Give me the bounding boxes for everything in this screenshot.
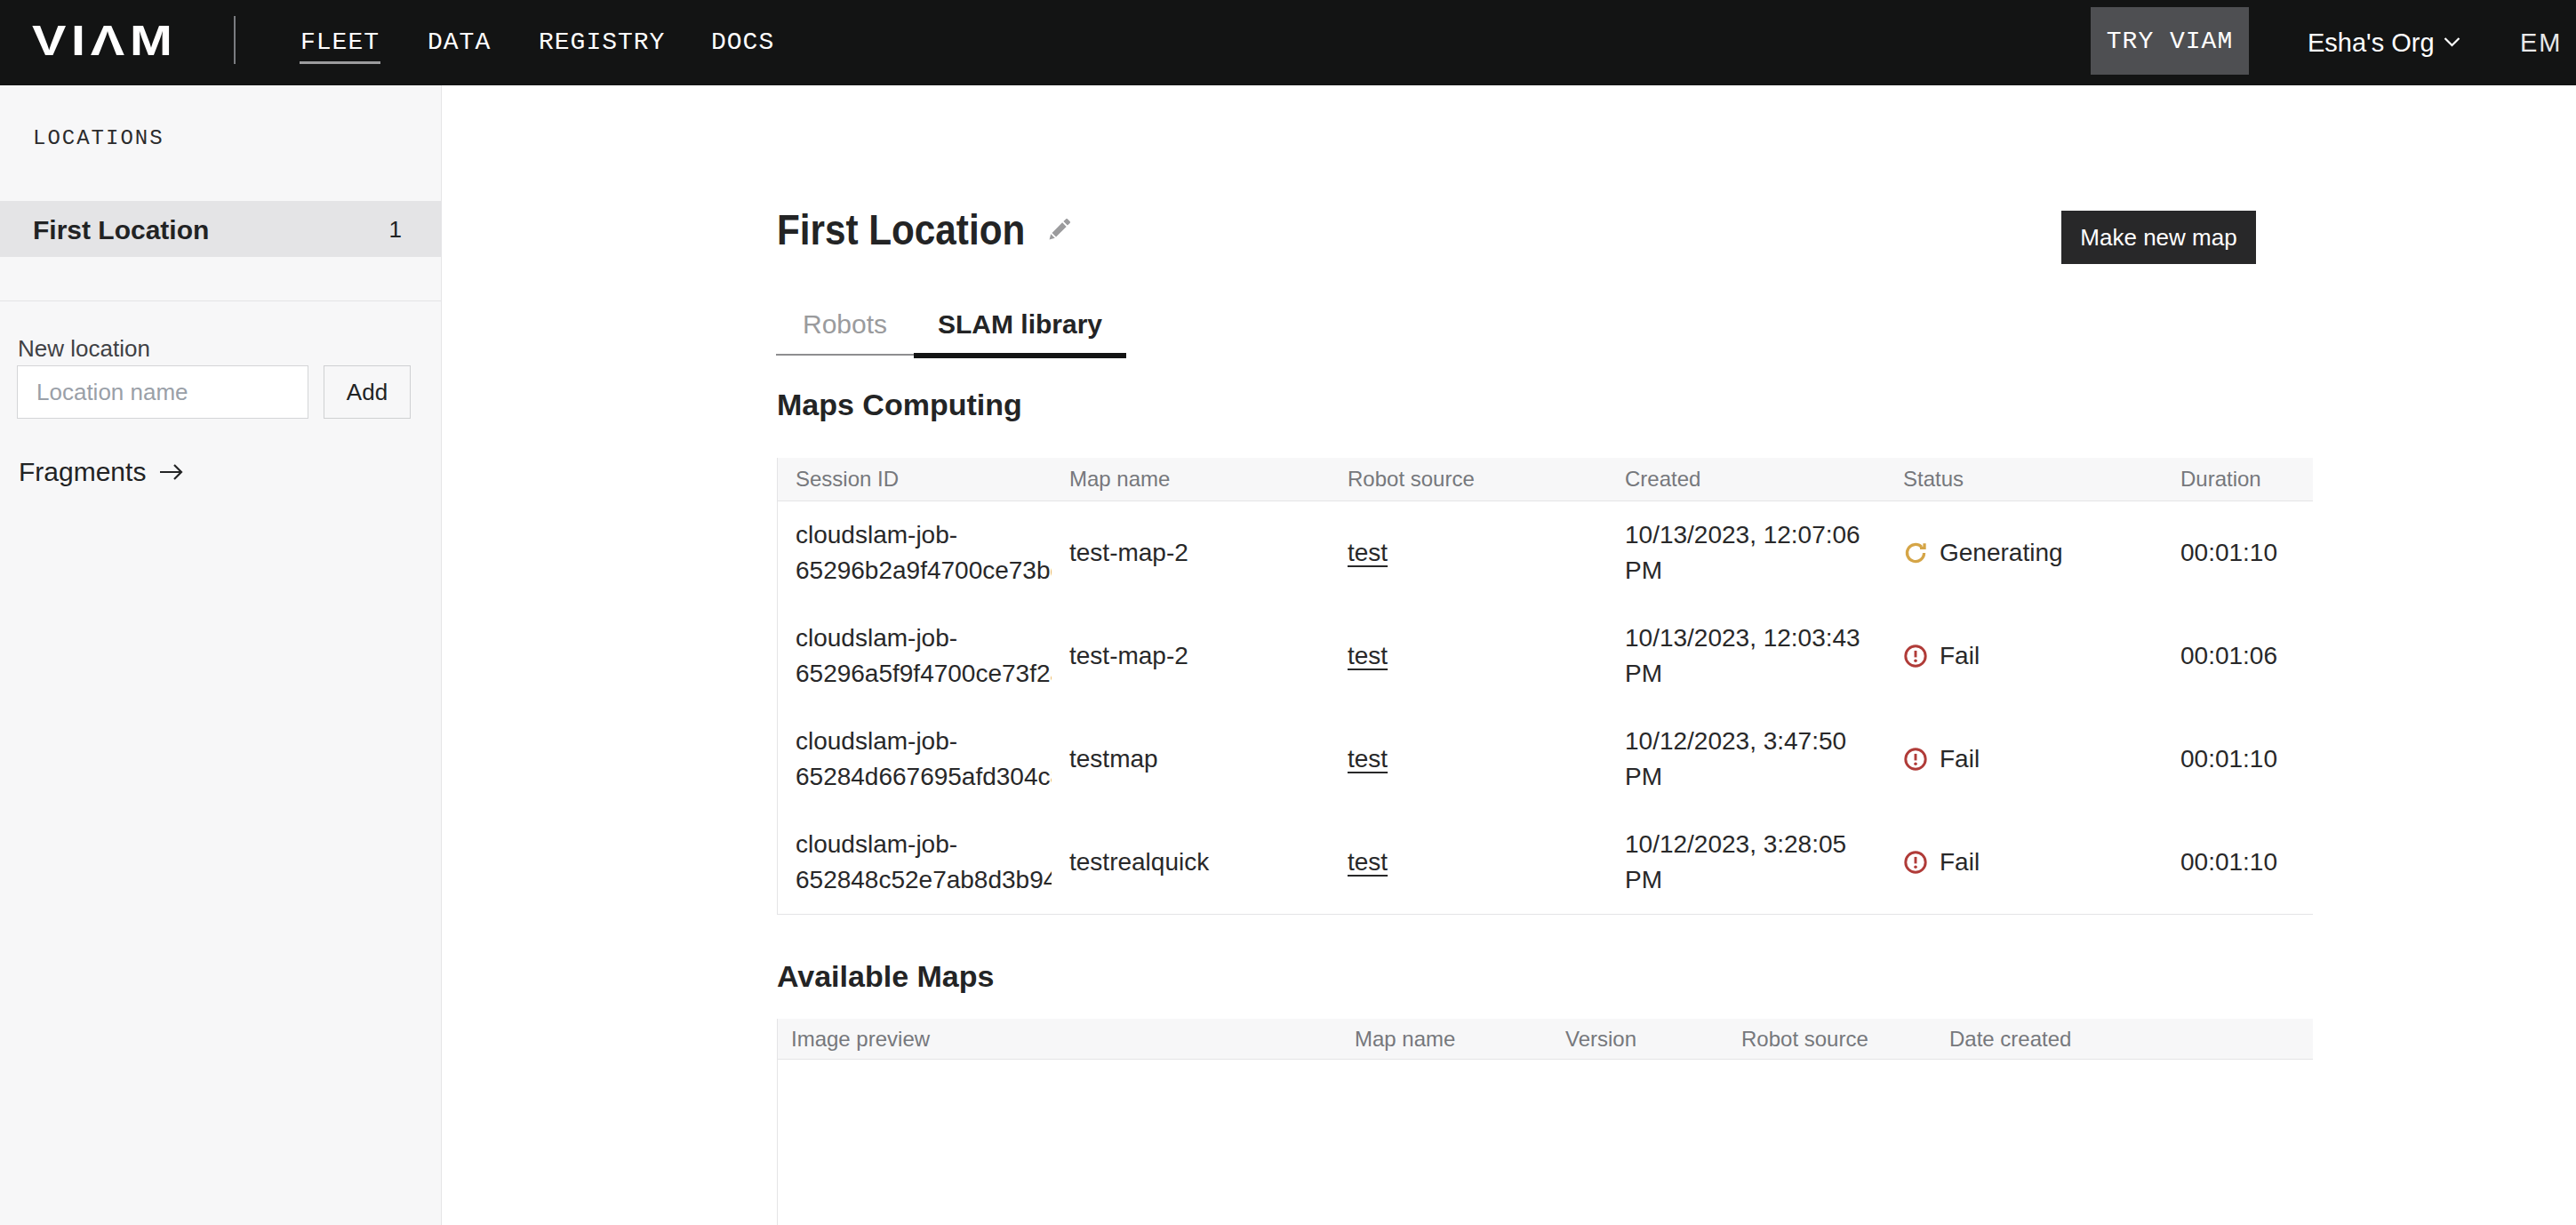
created-cell: 10/13/2023, 12:07:06PM (1607, 501, 1885, 604)
org-menu[interactable]: Esha's Org (2308, 0, 2435, 85)
fragments-label: Fragments (19, 457, 146, 487)
available-maps-table: Image previewMap nameVersionRobot source… (777, 1019, 2313, 1225)
main-content: First Location Make new map RobotsSLAM l… (443, 85, 2576, 1225)
status-cell: Fail (1885, 811, 2163, 914)
maps-computing-row-3: cloudslam-job-65284d667695afd304c8btestm… (778, 708, 2313, 811)
tab-bar: RobotsSLAM library (776, 293, 1126, 356)
maps-computing-row-2: cloudslam-job-65296a5f9f4700ce73f2atest-… (778, 604, 2313, 708)
duration-cell: 00:01:10 (2163, 708, 2313, 811)
session-id-cell: cloudslam-job-65296a5f9f4700ce73f2a (778, 604, 1052, 708)
maps-computing-row-4: cloudslam-job-652848c52e7ab8d3b94fftestr… (778, 811, 2313, 914)
sidebar-item-first-location[interactable]: First Location 1 (0, 201, 441, 257)
session-id-cell: cloudslam-job-65284d667695afd304c8b (778, 708, 1052, 811)
map-name-cell: testrealquick (1052, 811, 1330, 914)
locations-section-label: LOCATIONS (33, 126, 164, 150)
robot-source-link[interactable]: test (1348, 642, 1388, 670)
status-cell: Fail (1885, 708, 2163, 811)
map-name-cell: test-map-2 (1052, 501, 1330, 604)
created-cell: 10/12/2023, 3:47:50PM (1607, 708, 1885, 811)
nav-fleet[interactable]: FLEET (300, 0, 380, 85)
robot-source-cell: test (1330, 501, 1607, 604)
tab-robots[interactable]: Robots (776, 293, 914, 356)
robot-source-cell: test (1330, 604, 1607, 708)
map-name-cell: testmap (1052, 708, 1330, 811)
nav-docs[interactable]: DOCS (711, 0, 774, 85)
column-header-created: Created (1607, 467, 1885, 492)
page-title: First Location (777, 207, 1025, 253)
robot-source-cell: test (1330, 811, 1607, 914)
location-name-input[interactable] (17, 365, 308, 419)
viam-logo[interactable]: VIΛM (32, 16, 178, 65)
nav-registry[interactable]: REGISTRY (539, 0, 665, 85)
column-header-date-created: Date created (1936, 1027, 2313, 1052)
maps-computing-row-1: cloudslam-job-65296b2a9f4700ce73bd4test-… (778, 501, 2313, 604)
robot-source-cell: test (1330, 708, 1607, 811)
fragments-link[interactable]: Fragments (19, 457, 185, 487)
status-label: Generating (1940, 539, 2063, 567)
add-location-button[interactable]: Add (324, 365, 411, 419)
nav-data[interactable]: DATA (428, 0, 491, 85)
location-name: First Location (33, 201, 209, 259)
edit-pencil-icon[interactable] (1045, 213, 1076, 244)
robot-source-link[interactable]: test (1348, 848, 1388, 877)
location-count: 1 (389, 201, 402, 259)
column-header-map-name: Map name (1052, 467, 1330, 492)
duration-cell: 00:01:10 (2163, 811, 2313, 914)
available-maps-table-header: Image previewMap nameVersionRobot source… (778, 1019, 2313, 1060)
try-viam-button[interactable]: TRY VIAM (2091, 7, 2249, 75)
sidebar-divider (0, 300, 441, 301)
session-id-cell: cloudslam-job-652848c52e7ab8d3b94ff (778, 811, 1052, 914)
fail-icon (1903, 850, 1928, 875)
column-header-map-name: Map name (1341, 1027, 1552, 1052)
status-label: Fail (1940, 642, 1980, 670)
duration-cell: 00:01:06 (2163, 604, 2313, 708)
locations-sidebar: LOCATIONS First Location 1 New location … (0, 85, 442, 1225)
tab-slam-library[interactable]: SLAM library (914, 293, 1126, 356)
created-cell: 10/13/2023, 12:03:43PM (1607, 604, 1885, 708)
arrow-right-icon (158, 461, 185, 483)
generating-spinner-icon (1903, 540, 1928, 565)
new-location-label: New location (18, 335, 150, 363)
status-cell: Generating (1885, 501, 2163, 604)
duration-cell: 00:01:10 (2163, 501, 2313, 604)
avatar[interactable]: EM (2520, 0, 2563, 85)
top-header: VIΛM FLEET DATA REGISTRY DOCS TRY VIAM Esha… (0, 0, 2576, 85)
logo-divider (234, 16, 236, 64)
column-header-image-preview: Image preview (778, 1027, 1341, 1052)
map-name-cell: test-map-2 (1052, 604, 1330, 708)
make-new-map-button[interactable]: Make new map (2061, 211, 2256, 264)
column-header-version: Version (1552, 1027, 1728, 1052)
available-maps-heading: Available Maps (777, 961, 994, 991)
maps-computing-heading: Maps Computing (777, 389, 1022, 420)
fail-icon (1903, 747, 1928, 772)
created-cell: 10/12/2023, 3:28:05PM (1607, 811, 1885, 914)
column-header-duration: Duration (2163, 467, 2313, 492)
column-header-status: Status (1885, 467, 2163, 492)
status-label: Fail (1940, 848, 1980, 877)
column-header-robot-source: Robot source (1330, 467, 1607, 492)
fail-icon (1903, 644, 1928, 669)
robot-source-link[interactable]: test (1348, 745, 1388, 773)
status-cell: Fail (1885, 604, 2163, 708)
status-label: Fail (1940, 745, 1980, 773)
chevron-down-icon[interactable] (2443, 36, 2461, 48)
robot-source-link[interactable]: test (1348, 539, 1388, 567)
column-header-robot-source: Robot source (1728, 1027, 1936, 1052)
column-header-session-id: Session ID (778, 467, 1052, 492)
maps-computing-table: Session IDMap nameRobot sourceCreatedSta… (777, 458, 2313, 915)
maps-computing-table-header: Session IDMap nameRobot sourceCreatedSta… (778, 458, 2313, 501)
session-id-cell: cloudslam-job-65296b2a9f4700ce73bd4 (778, 501, 1052, 604)
